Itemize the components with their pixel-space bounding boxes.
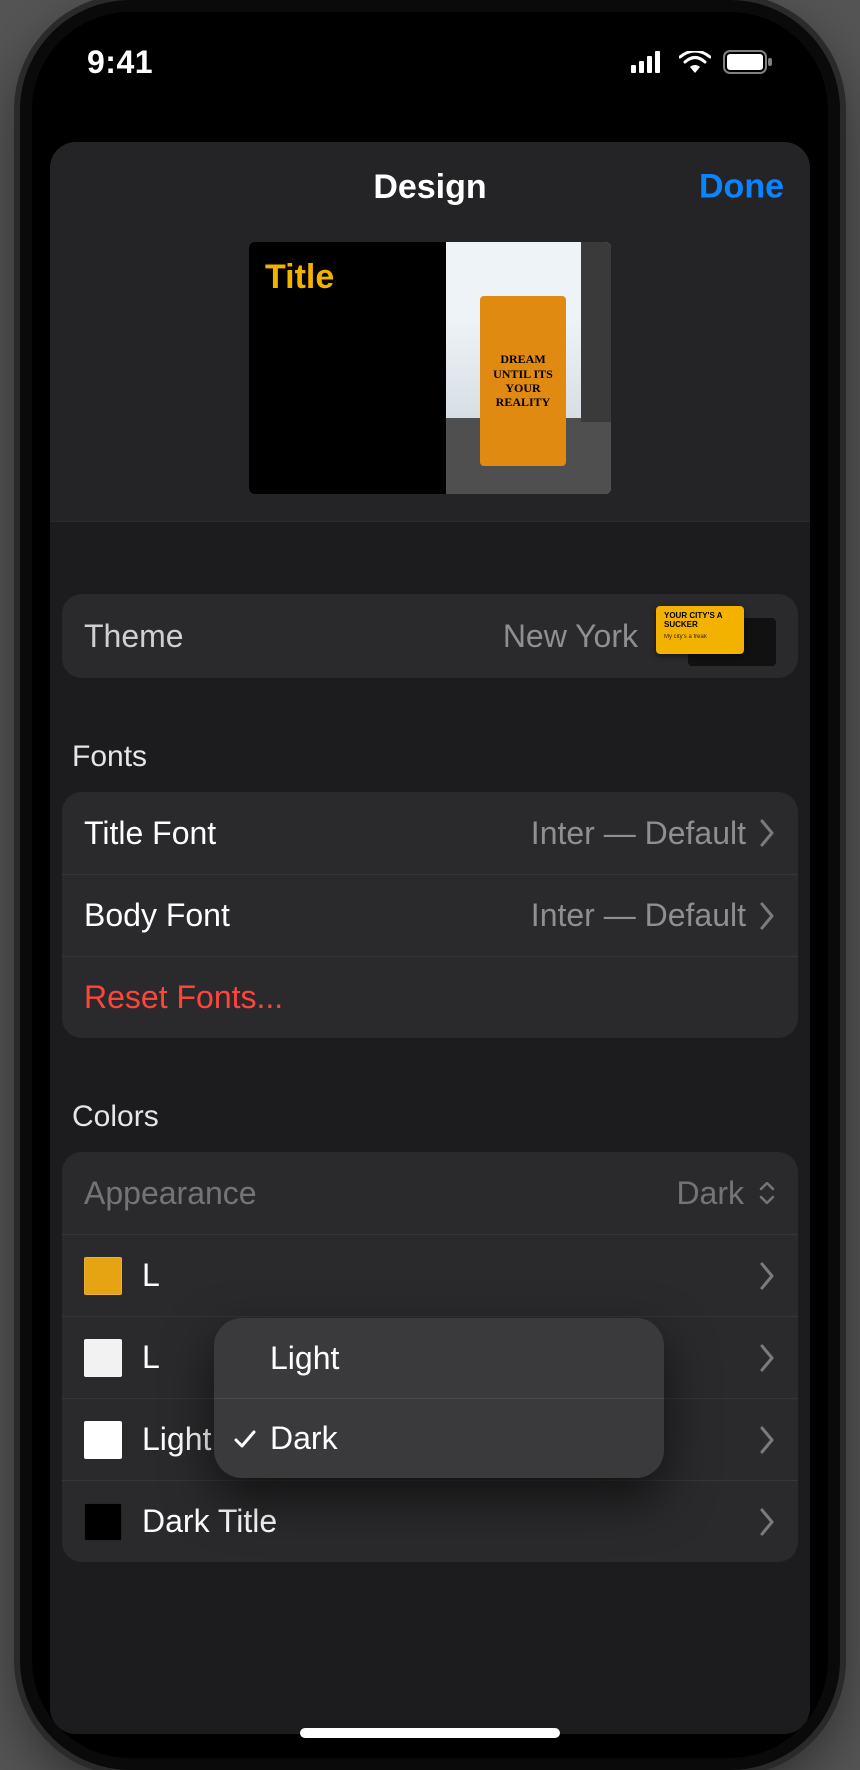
thumb-subtitle: My city's a freak (664, 634, 736, 640)
check-icon (234, 1428, 256, 1450)
wifi-icon (679, 51, 711, 73)
chevron-right-icon (760, 1508, 776, 1536)
appearance-label: Appearance (84, 1175, 257, 1212)
reset-fonts-label: Reset Fonts... (84, 979, 283, 1016)
title-font-label: Title Font (84, 815, 216, 852)
theme-row[interactable]: Theme New York YOUR CITY'S A SUCKER My c… (62, 594, 798, 678)
theme-label: Theme (84, 618, 184, 655)
appearance-popover: Light Dark (214, 1318, 664, 1478)
page-title: Design (373, 168, 486, 207)
theme-value: New York (503, 618, 638, 655)
popover-option-light[interactable]: Light (214, 1318, 664, 1398)
design-sheet: Design Done Title DREAM UNTIL ITS YOUR R… (50, 142, 810, 1734)
color-swatch (84, 1503, 122, 1541)
colors-section-title: Colors (72, 1100, 810, 1134)
popover-option-label: Light (270, 1340, 339, 1377)
title-font-row[interactable]: Title Font Inter — Default (62, 792, 798, 874)
popover-option-dark[interactable]: Dark (214, 1398, 664, 1478)
body-font-row[interactable]: Body Font Inter — Default (62, 874, 798, 956)
body-font-value: Inter — Default (531, 897, 746, 934)
appearance-row[interactable]: Appearance Dark (62, 1152, 798, 1234)
chevron-right-icon (760, 1262, 776, 1290)
status-bar: 9:41 (32, 12, 828, 112)
fonts-group: Title Font Inter — Default Body Font Int… (62, 792, 798, 1038)
fonts-section-title: Fonts (72, 740, 810, 774)
color-row[interactable]: Dark Title (62, 1480, 798, 1562)
title-font-value: Inter — Default (531, 815, 746, 852)
battery-icon (723, 50, 773, 74)
popover-option-label: Dark (270, 1420, 338, 1457)
chevron-right-icon (760, 902, 776, 930)
status-time: 9:41 (87, 44, 153, 81)
theme-thumbnails: YOUR CITY'S A SUCKER My city's a freak (656, 606, 776, 666)
sort-icon (758, 1182, 776, 1204)
color-row-label: Dark Title (142, 1503, 277, 1540)
color-swatch (84, 1257, 122, 1295)
chevron-right-icon (760, 1426, 776, 1454)
color-swatch (84, 1421, 122, 1459)
color-row-label: L (142, 1257, 160, 1294)
done-button[interactable]: Done (699, 168, 784, 207)
cellular-icon (631, 51, 667, 73)
reset-fonts-button[interactable]: Reset Fonts... (62, 956, 798, 1038)
home-indicator[interactable] (300, 1728, 560, 1738)
preview-graffiti: DREAM UNTIL ITS YOUR REALITY (480, 296, 566, 466)
color-row-label: L (142, 1339, 160, 1376)
phone-frame: 9:41 Design Done Title DREAM UNTIL ITS Y… (20, 0, 840, 1770)
body-font-label: Body Font (84, 897, 230, 934)
design-preview: Title DREAM UNTIL ITS YOUR REALITY (249, 242, 611, 494)
preview-title: Title (265, 258, 430, 297)
preview-image: DREAM UNTIL ITS YOUR REALITY (446, 242, 611, 494)
thumb-title: YOUR CITY'S A SUCKER (664, 612, 736, 630)
appearance-value: Dark (676, 1175, 744, 1212)
color-row[interactable]: L (62, 1234, 798, 1316)
chevron-right-icon (760, 819, 776, 847)
sheet-header: Design Done Title DREAM UNTIL ITS YOUR R… (50, 142, 810, 522)
status-indicators (631, 50, 773, 74)
chevron-right-icon (760, 1344, 776, 1372)
color-swatch (84, 1339, 122, 1377)
